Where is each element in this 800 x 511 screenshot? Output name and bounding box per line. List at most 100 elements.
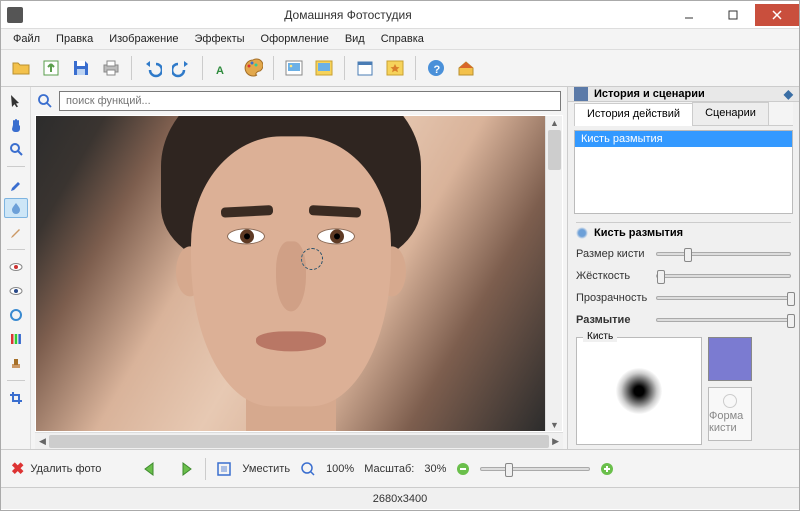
toolbar-sep: [344, 56, 345, 80]
delete-photo-label: Удалить фото: [30, 463, 101, 475]
action-bar: ✖ Удалить фото Уместить 100% Масштаб: 30…: [1, 449, 799, 487]
darkeye-tool-icon[interactable]: [4, 281, 28, 301]
menu-effects[interactable]: Эффекты: [187, 31, 253, 47]
brush-preview-spot: [616, 368, 662, 414]
tool-sep: [7, 249, 25, 250]
zoom-in-icon[interactable]: [600, 462, 614, 476]
redeye-tool-icon[interactable]: [4, 257, 28, 277]
info-icon[interactable]: ?: [422, 54, 450, 82]
palette-icon[interactable]: [239, 54, 267, 82]
statusbar: 2680x3400: [1, 487, 799, 509]
crop-tool-icon[interactable]: [4, 388, 28, 408]
param-blur: Размытие: [576, 309, 791, 331]
zoom-100-button[interactable]: 100%: [326, 463, 354, 475]
levels-tool-icon[interactable]: [4, 329, 28, 349]
history-list[interactable]: Кисть размытия: [574, 130, 793, 214]
pointer-tool-icon[interactable]: [4, 91, 28, 111]
fit-button[interactable]: Уместить: [242, 463, 290, 475]
scrollbar-horizontal[interactable]: ◀▶: [35, 432, 563, 449]
slider-hardness[interactable]: [656, 274, 791, 278]
toolbar-sep: [273, 56, 274, 80]
pencil-tool-icon[interactable]: [4, 222, 28, 242]
picture-blue-icon[interactable]: [280, 54, 308, 82]
tab-history[interactable]: История действий: [574, 103, 693, 126]
titlebar: Домашняя Фотостудия: [1, 1, 799, 29]
brush-shape-button[interactable]: Форма кисти: [708, 387, 752, 441]
delete-photo-button[interactable]: ✖ Удалить фото: [11, 459, 101, 479]
param-blur-label: Размытие: [576, 314, 650, 326]
content-area: ▲▼ ◀▶ История и сценарии ◆ История дейст…: [1, 87, 799, 449]
tool-title-label: Кисть размытия: [594, 227, 683, 239]
left-toolbar: [1, 87, 31, 449]
slider-opacity[interactable]: [656, 296, 791, 300]
menu-design[interactable]: Оформление: [253, 31, 337, 47]
zoom-tool-icon[interactable]: [4, 139, 28, 159]
hand-tool-icon[interactable]: [4, 115, 28, 135]
brush-shape-label: Форма кисти: [709, 410, 751, 434]
svg-text:?: ?: [434, 64, 441, 76]
history-item[interactable]: Кисть размытия: [575, 131, 792, 147]
text-icon[interactable]: A: [209, 54, 237, 82]
history-panel-title: История и сценарии: [594, 88, 784, 100]
param-hardness: Жёсткость: [576, 265, 791, 287]
export-icon[interactable]: [37, 54, 65, 82]
close-button[interactable]: [755, 4, 799, 26]
scale-value: 30%: [424, 463, 446, 475]
history-panel-header: История и сценарии ◆: [568, 87, 799, 102]
main-toolbar: A ?: [1, 49, 799, 87]
action-sep: [205, 458, 206, 480]
toolbar-sep: [131, 56, 132, 80]
whiten-tool-icon[interactable]: [4, 305, 28, 325]
brush-tool-icon[interactable]: [4, 174, 28, 194]
history-tabs: История действий Сценарии: [574, 102, 793, 126]
maximize-button[interactable]: [711, 4, 755, 26]
menu-file[interactable]: Файл: [5, 31, 48, 47]
undo-icon[interactable]: [138, 54, 166, 82]
center-panel: ▲▼ ◀▶: [31, 87, 567, 449]
next-photo-icon[interactable]: [173, 460, 195, 478]
slider-blur[interactable]: [656, 318, 791, 322]
scrollbar-vertical[interactable]: ▲▼: [545, 116, 562, 431]
picture-yellow-icon[interactable]: [310, 54, 338, 82]
menubar: Файл Правка Изображение Эффекты Оформлен…: [1, 29, 799, 49]
menu-view[interactable]: Вид: [337, 31, 373, 47]
blur-tool-icon[interactable]: [4, 198, 28, 218]
picture-star-icon[interactable]: [381, 54, 409, 82]
param-size-label: Размер кисти: [576, 248, 650, 260]
param-size: Размер кисти: [576, 243, 791, 265]
save-icon[interactable]: [67, 54, 95, 82]
print-icon[interactable]: [97, 54, 125, 82]
window-title: Домашняя Фотостудия: [29, 8, 667, 22]
zoom-100-icon[interactable]: [300, 461, 316, 477]
brush-cursor-icon: [301, 248, 323, 270]
stamp-tool-icon[interactable]: [4, 353, 28, 373]
calendar-icon[interactable]: [351, 54, 379, 82]
menu-edit[interactable]: Правка: [48, 31, 101, 47]
prev-photo-icon[interactable]: [141, 460, 163, 478]
open-folder-icon[interactable]: [7, 54, 35, 82]
tab-scenarios[interactable]: Сценарии: [692, 102, 769, 125]
search-input[interactable]: [59, 91, 561, 111]
canvas[interactable]: [36, 116, 545, 431]
search-bar: [31, 87, 567, 115]
toolbar-sep: [415, 56, 416, 80]
zoom-slider[interactable]: [480, 467, 590, 471]
zoom-out-icon[interactable]: [456, 462, 470, 476]
panel-icon: [574, 87, 588, 101]
menu-image[interactable]: Изображение: [101, 31, 186, 47]
photo-content: [141, 116, 441, 431]
image-dimensions: 2680x3400: [373, 493, 427, 505]
window-buttons: [667, 4, 799, 26]
app-icon: [7, 7, 23, 23]
menu-help[interactable]: Справка: [373, 31, 432, 47]
slider-size[interactable]: [656, 252, 791, 256]
redo-icon[interactable]: [168, 54, 196, 82]
fit-icon[interactable]: [216, 461, 232, 477]
toolbar-sep: [202, 56, 203, 80]
param-opacity: Прозрачность: [576, 287, 791, 309]
minimize-button[interactable]: [667, 4, 711, 26]
collapse-icon[interactable]: ◆: [784, 87, 793, 101]
brush-color-swatch[interactable]: [708, 337, 752, 381]
home-icon[interactable]: [452, 54, 480, 82]
search-icon: [37, 93, 53, 109]
